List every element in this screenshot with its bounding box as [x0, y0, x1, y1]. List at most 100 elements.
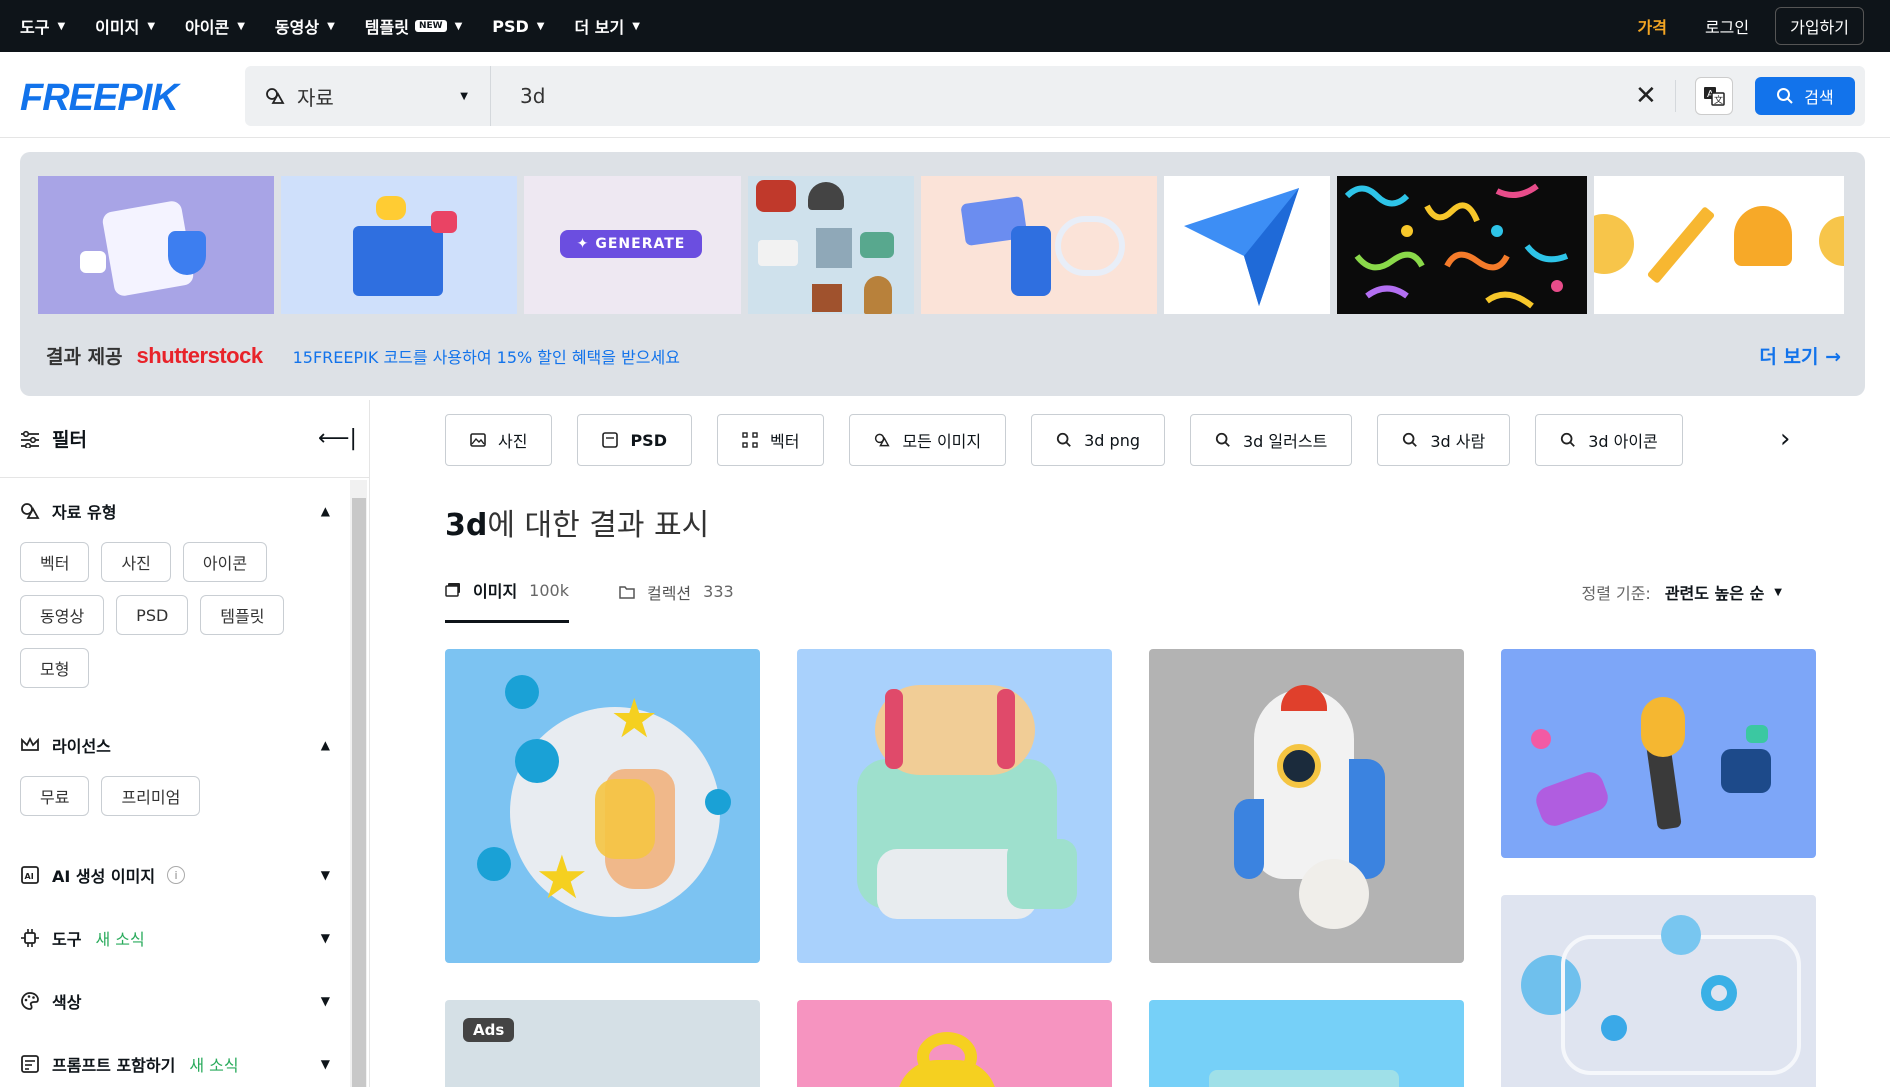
search-button-label: 검색 [1804, 88, 1834, 107]
chip-photo[interactable]: 사진 [101, 542, 171, 582]
chevron-right-icon[interactable]: › [1780, 424, 1790, 454]
asset-type-label: 자료 유형 [52, 503, 117, 522]
tools-header[interactable]: 도구 새 소식 ▼ [20, 923, 330, 953]
search-term: 3d [445, 508, 488, 543]
photo-icon [470, 433, 486, 447]
related-chip-label: PSD [630, 430, 667, 450]
result-card[interactable] [1501, 895, 1816, 1087]
svg-text:AI: AI [25, 872, 34, 881]
search-icon [1777, 88, 1793, 104]
tab-collections-count: 333 [703, 582, 734, 601]
signup-button[interactable]: 가입하기 [1775, 7, 1864, 45]
related-chip-label: 3d png [1084, 430, 1140, 450]
nav-images[interactable]: 이미지 ▼ [95, 14, 155, 38]
related-chip-3d-illustration[interactable]: 3d 일러스트 [1190, 414, 1353, 466]
related-chip-vector[interactable]: 벡터 [716, 414, 825, 466]
pricing-link[interactable]: 가격 [1637, 14, 1666, 38]
result-card[interactable] [797, 649, 1112, 963]
freepik-logo[interactable]: FREEPIK [20, 77, 179, 120]
related-chip-3d-icon[interactable]: 3d 아이콘 [1535, 414, 1683, 466]
sponsored-image[interactable] [748, 176, 914, 314]
chip-video[interactable]: 동영상 [20, 595, 105, 635]
ai-generated-label: AI 생성 이미지 [52, 867, 156, 886]
tab-collections[interactable]: 컬렉션 333 [619, 578, 734, 623]
related-chip-photo[interactable]: 사진 [445, 414, 553, 466]
assets-icon [21, 503, 40, 519]
chip-free[interactable]: 무료 [20, 776, 90, 816]
result-tabs: 이미지 100k 컬렉션 333 [445, 578, 784, 623]
result-card[interactable] [1501, 649, 1816, 858]
license-section: 라이선스 ▲ 무료 프리미엄 [20, 730, 330, 829]
nav-videos[interactable]: 동영상 ▼ [275, 14, 335, 38]
filter-sidebar: 필터 ⟵| 자료 유형 ▲ 벡터 사진 아이콘 동영상 PSD 템플릿 모형 라… [0, 400, 370, 1087]
shutterstock-logo[interactable]: shutterstock [137, 343, 264, 369]
chevron-down-icon: ▼ [536, 20, 545, 32]
chevron-down-icon: ▼ [57, 20, 66, 32]
sort-label: 정렬 기준: [1581, 584, 1651, 603]
sponsored-image[interactable] [1337, 176, 1587, 314]
chip-vector[interactable]: 벡터 [20, 542, 90, 582]
nav-more[interactable]: 더 보기 ▼ [575, 14, 640, 38]
result-card[interactable]: Ads [445, 1000, 760, 1087]
translate-button[interactable]: A文 [1695, 77, 1733, 115]
chip-premium[interactable]: 프리미엄 [101, 776, 201, 816]
sponsored-image[interactable] [281, 176, 517, 314]
tools-section: 도구 새 소식 ▼ [20, 923, 330, 953]
ai-generated-section: AI AI 생성 이미지 i ▼ [20, 860, 330, 890]
chip-icon[interactable]: 아이콘 [182, 542, 268, 582]
banner-more-link[interactable]: 더 보기 → [1759, 342, 1841, 369]
tab-images-count: 100k [529, 580, 569, 600]
filter-sliders-icon [21, 430, 39, 448]
caret-down-icon: ▼ [460, 90, 468, 102]
related-filters: 사진 PSD 벡터 모든 이미지 3d png 3d 일러스트 3d 사람 3d… [445, 414, 1708, 466]
chevron-down-icon: ▼ [454, 20, 463, 32]
prompt-header[interactable]: 프롬프트 포함하기 새 소식 ▼ [20, 1049, 330, 1079]
caret-down-icon[interactable]: ▼ [1774, 587, 1782, 598]
collapse-sidebar-icon[interactable]: ⟵| [318, 426, 357, 451]
result-card[interactable] [797, 1000, 1112, 1087]
license-header[interactable]: 라이선스 ▲ [20, 730, 330, 760]
result-card[interactable] [1149, 1000, 1464, 1087]
nav-icons[interactable]: 아이콘 ▼ [185, 14, 245, 38]
info-icon[interactable]: i [167, 866, 186, 884]
chip-tool-icon [21, 929, 39, 947]
sidebar-scrollbar-thumb[interactable] [352, 498, 366, 1087]
ai-image-icon: AI [21, 866, 39, 884]
result-card[interactable] [1149, 649, 1464, 963]
related-chip-3d-png[interactable]: 3d png [1031, 414, 1165, 466]
paper-plane-image [1184, 188, 1299, 306]
sponsored-image[interactable]: ✦ GENERATE [524, 176, 741, 314]
related-chip-all-images[interactable]: 모든 이미지 [849, 414, 1007, 466]
related-chip-psd[interactable]: PSD [577, 414, 692, 466]
chevron-down-icon: ▼ [320, 994, 330, 1008]
nav-more-label: 더 보기 [574, 18, 625, 37]
sponsored-banner: ✦ GENERATE 결과 제공 shutterstock 15FREEPIK … [20, 152, 1865, 396]
sort-select[interactable]: 관련도 높은 순 [1665, 580, 1764, 604]
related-chip-3d-people[interactable]: 3d 사람 [1377, 414, 1511, 466]
nav-templates[interactable]: 템플릿 NEW ▼ [365, 14, 462, 38]
ai-generated-header[interactable]: AI AI 생성 이미지 i ▼ [20, 860, 330, 890]
sponsored-image[interactable] [38, 176, 274, 314]
top-nav-menu: 도구 ▼ 이미지 ▼ 아이콘 ▼ 동영상 ▼ 템플릿 NEW ▼ PSD ▼ 더 보기 ▼ [0, 14, 670, 38]
sponsored-image[interactable] [921, 176, 1157, 314]
chip-psd[interactable]: PSD [116, 595, 189, 635]
tab-images-label: 이미지 [473, 582, 518, 601]
sponsored-image[interactable] [1164, 176, 1330, 314]
color-header[interactable]: 색상 ▼ [20, 986, 330, 1016]
result-card[interactable]: ★ ★ [445, 649, 760, 963]
promo-code-text[interactable]: 15FREEPIK 코드를 사용하여 15% 할인 혜택을 받으세요 [293, 344, 680, 368]
search-button[interactable]: 검색 [1755, 77, 1855, 115]
close-icon[interactable]: ✕ [1635, 81, 1657, 111]
login-link[interactable]: 로그인 [1705, 14, 1749, 38]
chip-template[interactable]: 템플릿 [200, 595, 285, 635]
assets-icon [875, 433, 891, 447]
tab-images[interactable]: 이미지 100k [445, 578, 569, 623]
chip-mockup[interactable]: 모형 [20, 648, 90, 688]
asset-type-header[interactable]: 자료 유형 ▲ [20, 496, 330, 526]
nav-psd[interactable]: PSD ▼ [492, 17, 544, 36]
asset-type-select[interactable]: 자료 ▼ [245, 66, 491, 126]
results-heading-suffix: 에 대한 결과 표시 [487, 508, 710, 543]
search-input[interactable] [520, 66, 1520, 126]
nav-tools[interactable]: 도구 ▼ [20, 14, 65, 38]
sponsored-image[interactable] [1594, 176, 1844, 314]
